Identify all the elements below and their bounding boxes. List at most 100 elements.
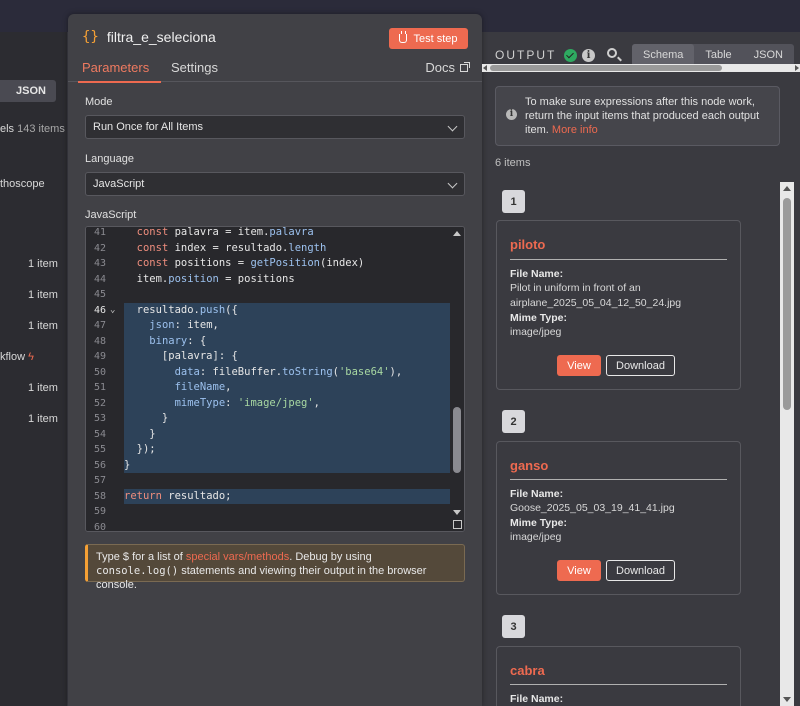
code-text: data: fileBuffer.toString('base64'), [124, 364, 452, 380]
item-divider [510, 684, 727, 685]
item-divider [510, 479, 727, 480]
info-icon[interactable]: i [582, 49, 595, 62]
docs-link[interactable]: Docs [425, 60, 470, 75]
scroll-left-icon[interactable] [483, 65, 487, 71]
code-text: const index = resultado.length [136, 241, 327, 254]
output-vertical-scrollbar[interactable] [780, 182, 794, 706]
line-number: 47 [93, 320, 106, 331]
code-line[interactable]: 57 [86, 473, 452, 489]
code-editor[interactable]: 41 const palavra = item.palavra 42 const … [85, 226, 465, 532]
mime-type-label: Mime Type: [510, 312, 567, 324]
output-view-tabs: Schema Table JSON [632, 44, 794, 66]
scroll-down-icon[interactable] [783, 697, 791, 702]
scrollbar-thumb[interactable] [490, 65, 722, 71]
input-row-count: 1 item [28, 413, 58, 425]
input-workflow-label[interactable]: kflow ϟ [0, 351, 34, 363]
code-line[interactable]: 60 [86, 520, 452, 532]
line-number: 53 [93, 413, 106, 424]
scrollbar-thumb[interactable] [783, 198, 791, 410]
file-name-value: Pilot in uniform in front of an airplane… [510, 282, 682, 309]
resize-handle-icon[interactable] [453, 520, 462, 529]
fold-chevron-icon[interactable]: ⌄ [110, 303, 115, 319]
tab-json[interactable]: JSON [743, 44, 794, 66]
more-info-link[interactable]: More info [552, 124, 598, 136]
code-text: return resultado; [124, 488, 452, 504]
scroll-up-icon[interactable] [453, 231, 461, 236]
input-json-tab[interactable]: JSON [0, 80, 56, 102]
code-text: [palavra]: { [124, 349, 452, 365]
input-row-count: 1 item [28, 320, 58, 332]
code-text: const palavra = item.palavra [136, 226, 314, 238]
node-title[interactable]: filtra_e_seleciona [107, 29, 216, 45]
code-line[interactable]: 59 [86, 504, 452, 520]
line-number: 52 [93, 397, 106, 409]
line-number: 49 [93, 351, 106, 362]
code-line[interactable]: 46 ⌄ resultado.push({ [86, 302, 452, 319]
code-label: JavaScript [85, 209, 137, 221]
code-text: fileName, [124, 380, 452, 396]
code-line[interactable]: 56} [86, 457, 452, 473]
code-line[interactable]: 49 [palavra]: { [86, 349, 452, 365]
code-line[interactable]: 53 } [86, 411, 452, 427]
line-number: 45 [93, 289, 106, 300]
test-step-button[interactable]: Test step [389, 28, 468, 49]
input-items-label: els 143 items [0, 123, 65, 135]
search-icon[interactable] [607, 48, 617, 58]
code-line[interactable]: 51 fileName, [86, 380, 452, 396]
file-name-label: File Name: [510, 488, 564, 500]
output-horizontal-scrollbar[interactable] [482, 64, 800, 72]
code-braces-icon: {} [82, 29, 99, 45]
scroll-right-icon[interactable] [795, 65, 799, 71]
scrollbar-thumb[interactable] [453, 407, 461, 473]
code-line[interactable]: 55 }); [86, 442, 452, 458]
code-line[interactable]: 50 data: fileBuffer.toString('base64'), [86, 364, 452, 380]
code-text: item.position = positions [124, 272, 295, 285]
tab-table[interactable]: Table [694, 44, 742, 66]
file-name-value: Goose_2025_05_03_19_41_41.jpg [510, 502, 675, 514]
scroll-down-icon[interactable] [453, 510, 461, 515]
file-name-label: File Name: [510, 268, 564, 280]
item-index-badge: 1 [502, 190, 525, 213]
input-node-name[interactable]: thoscope [0, 178, 45, 190]
line-number: 42 [93, 242, 106, 254]
download-button[interactable]: Download [606, 355, 675, 376]
chevron-down-icon [447, 178, 458, 189]
chevron-down-icon [447, 121, 458, 132]
code-line[interactable]: 44 item.position = positions [86, 272, 452, 288]
item-title: ganso [510, 458, 549, 473]
code-line[interactable]: 41 const palavra = item.palavra [86, 226, 452, 241]
view-button[interactable]: View [557, 355, 601, 376]
line-number: 51 [93, 382, 106, 393]
line-number: 41 [93, 227, 106, 238]
code-line[interactable]: 47 json: item, [86, 318, 452, 334]
code-line[interactable]: 54 } [86, 426, 452, 442]
code-text: json: item, [124, 318, 452, 334]
code-line[interactable]: 42 const index = resultado.length [86, 241, 452, 257]
code-line[interactable]: 58 return resultado; [86, 488, 452, 504]
output-items-count: 6 items [495, 157, 531, 169]
language-select[interactable]: JavaScript [85, 172, 465, 196]
tab-schema[interactable]: Schema [632, 44, 695, 66]
external-link-icon [460, 61, 470, 72]
download-button[interactable]: Download [606, 560, 675, 581]
file-name-label: File Name: [510, 693, 564, 705]
mode-select[interactable]: Run Once for All Items [85, 115, 465, 139]
code-line[interactable]: 52 mimeType: 'image/jpeg', [86, 395, 452, 411]
tab-parameters[interactable]: Parameters [77, 60, 162, 83]
code-hint-callout: Type $ for a list of special vars/method… [85, 544, 465, 591]
line-number: 55 [93, 444, 106, 455]
scroll-up-icon[interactable] [783, 186, 791, 191]
code-line[interactable]: 48 binary: { [86, 333, 452, 349]
success-check-icon [564, 49, 577, 62]
view-button[interactable]: View [557, 560, 601, 581]
input-row-count: 1 item [28, 289, 58, 301]
code-line[interactable]: 43 const positions = getPosition(index) [86, 256, 452, 272]
editor-scrollbar[interactable] [450, 227, 464, 531]
info-icon: i [506, 109, 517, 120]
item-title: cabra [510, 663, 545, 678]
tab-settings[interactable]: Settings [171, 60, 218, 82]
mode-label: Mode [85, 96, 113, 108]
code-line[interactable]: 45 [86, 287, 452, 303]
lightning-icon: ϟ [28, 351, 34, 363]
special-vars-link[interactable]: special vars/methods [186, 551, 289, 563]
